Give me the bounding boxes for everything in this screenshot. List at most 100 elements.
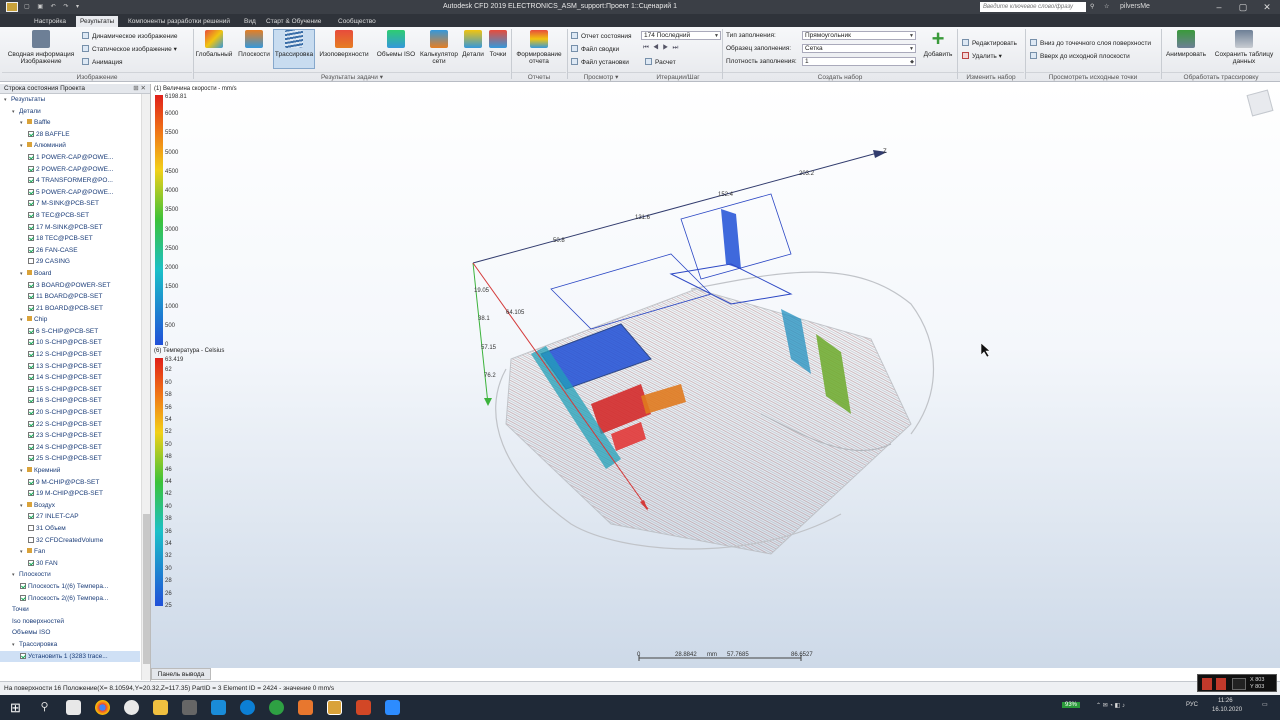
tree-scrollbar[interactable] xyxy=(141,94,150,680)
tree-item[interactable]: Установить 1 (3283 trace... xyxy=(0,650,140,663)
tab-design-components[interactable]: Компоненты разработки решений xyxy=(124,16,234,27)
tab-community[interactable]: Сообщество xyxy=(334,16,380,27)
scrollbar-thumb[interactable] xyxy=(143,514,150,664)
visibility-checkbox[interactable] xyxy=(28,362,34,369)
visibility-checkbox[interactable] xyxy=(28,490,34,497)
visibility-checkbox[interactable] xyxy=(28,420,34,427)
tree-item[interactable]: ▾ Плоскости xyxy=(0,569,140,581)
tree-item[interactable]: ▾ Baffle xyxy=(0,117,140,129)
visibility-checkbox[interactable] xyxy=(28,293,34,300)
visibility-checkbox[interactable] xyxy=(28,188,34,195)
tree-item[interactable]: 7 M-SINK@PCB-SET xyxy=(0,198,140,210)
tree-item[interactable]: 17 M-SINK@PCB-SET xyxy=(0,222,140,234)
tree-item[interactable]: 11 BOARD@PCB-SET xyxy=(0,291,140,303)
tree-item[interactable]: 13 S-CHIP@PCB-SET xyxy=(0,361,140,373)
report-button[interactable]: Формирование отчета xyxy=(512,30,566,65)
tree-item[interactable]: 24 S-CHIP@PCB-SET xyxy=(0,442,140,454)
planes-button[interactable]: Плоскости xyxy=(236,30,272,58)
fill-density-input[interactable]: 1 ◆ xyxy=(802,57,916,66)
visibility-checkbox[interactable] xyxy=(28,455,34,462)
summary-image-button[interactable]: Сводная информация Изображение xyxy=(4,30,78,65)
fill-pattern-select[interactable]: Сетка ▼ xyxy=(802,44,916,53)
parts-button[interactable]: Детали xyxy=(460,30,486,58)
zoom-icon[interactable] xyxy=(385,700,400,715)
tree-item[interactable]: 31 Объем xyxy=(0,523,140,535)
visibility-checkbox[interactable] xyxy=(28,443,34,450)
output-panel-tab[interactable]: Панель вывода xyxy=(151,668,211,680)
clock-time[interactable]: 11:26 xyxy=(1218,698,1233,704)
tab-start-learn[interactable]: Старт & Обучение xyxy=(262,16,325,27)
tree-item[interactable]: 28 BAFFLE xyxy=(0,129,140,141)
visibility-checkbox[interactable] xyxy=(28,304,34,311)
tree-item[interactable]: 6 S-CHIP@PCB-SET xyxy=(0,326,140,338)
animate-button[interactable]: Анимировать xyxy=(1163,30,1209,58)
edge-icon[interactable] xyxy=(240,700,255,715)
tree-item[interactable]: 9 M-CHIP@PCB-SET xyxy=(0,477,140,489)
tree-item[interactable]: Плоскость 2((6) Темпера... xyxy=(0,593,140,605)
grid-calculator-button[interactable]: Калькулятор сети xyxy=(418,30,460,65)
cfd-app-icon[interactable] xyxy=(327,700,342,715)
task-view-icon[interactable] xyxy=(66,700,81,715)
expand-icon[interactable]: ▾ xyxy=(20,269,27,280)
tree-item[interactable]: ▾ Детали xyxy=(0,106,140,118)
windows-start-icon[interactable]: ⊞ xyxy=(8,700,23,715)
visibility-checkbox[interactable] xyxy=(28,524,34,531)
edit-set-button[interactable]: Редактировать xyxy=(962,39,1017,47)
tree-item[interactable]: ▾ Алюминий xyxy=(0,140,140,152)
tree-item[interactable]: Iso поверхностей xyxy=(0,616,140,628)
chrome-icon[interactable] xyxy=(95,700,110,715)
pin-close-icon[interactable]: ⊞ ✕ xyxy=(133,84,146,94)
tree-item[interactable]: 25 S-CHIP@PCB-SET xyxy=(0,453,140,465)
tree-item[interactable]: ▾ Board xyxy=(0,268,140,280)
tree-item[interactable]: Плоскость 1((6) Темпера... xyxy=(0,581,140,593)
visibility-checkbox[interactable] xyxy=(28,559,34,566)
tree-item[interactable]: ▾ Результаты xyxy=(0,94,140,106)
tree-item[interactable]: 10 S-CHIP@PCB-SET xyxy=(0,337,140,349)
visibility-checkbox[interactable] xyxy=(28,385,34,392)
inventor-icon[interactable] xyxy=(298,700,313,715)
visibility-checkbox[interactable] xyxy=(28,397,34,404)
tree-item[interactable]: 23 S-CHIP@PCB-SET xyxy=(0,430,140,442)
setup-file-button[interactable]: Файл установки xyxy=(571,58,629,66)
powerpoint-icon[interactable] xyxy=(356,700,371,715)
tree-item[interactable]: 5 POWER-CAP@POWE... xyxy=(0,187,140,199)
tree-item[interactable]: 4 TRANSFORMER@PO... xyxy=(0,175,140,187)
seed-down-button[interactable]: Вниз до точечного слоя поверхности xyxy=(1030,39,1151,47)
binoculars-icon[interactable]: ⚲ xyxy=(1090,3,1094,10)
tree-item[interactable]: 3 BOARD@POWER-SET xyxy=(0,280,140,292)
user-name[interactable]: pilversMe xyxy=(1120,3,1150,10)
visibility-checkbox[interactable] xyxy=(28,513,34,520)
visibility-checkbox[interactable] xyxy=(28,351,34,358)
tree-item[interactable]: ▾ Fan xyxy=(0,546,140,558)
tree-item[interactable]: 12 S-CHIP@PCB-SET xyxy=(0,349,140,361)
star-icon[interactable]: ☆ xyxy=(1104,3,1109,10)
tree-item[interactable]: 21 BOARD@PCB-SET xyxy=(0,303,140,315)
dynamic-image-button[interactable]: Динамическое изображение xyxy=(82,32,177,40)
yandex-icon[interactable] xyxy=(124,700,139,715)
tree-item[interactable]: 32 CFDCreatedVolume xyxy=(0,535,140,547)
search-icon[interactable]: ⚲ xyxy=(37,700,52,715)
iteration-select[interactable]: 174 Последний ▼ xyxy=(641,31,721,40)
visibility-checkbox[interactable] xyxy=(28,258,34,265)
minimize-icon[interactable]: – xyxy=(1208,1,1230,13)
visibility-checkbox[interactable] xyxy=(28,130,34,137)
animation-button[interactable]: Анимация xyxy=(82,58,123,66)
tree-item[interactable]: 30 FAN xyxy=(0,558,140,570)
expand-icon[interactable]: ▾ xyxy=(20,547,27,558)
notifications-icon[interactable]: ▭ xyxy=(1262,701,1268,708)
expand-icon[interactable]: ▾ xyxy=(20,118,27,129)
file-explorer-icon[interactable] xyxy=(153,700,168,715)
visibility-checkbox[interactable] xyxy=(28,211,34,218)
tab-view[interactable]: Вид xyxy=(240,16,260,27)
summary-file-button[interactable]: Файл сводки xyxy=(571,45,619,53)
delete-set-button[interactable]: Удалить ▾ xyxy=(962,52,1002,60)
save-table-button[interactable]: Сохранить таблицу данных xyxy=(1213,30,1275,65)
visibility-checkbox[interactable] xyxy=(28,536,34,543)
clock-date[interactable]: 16.10.2020 xyxy=(1212,707,1242,713)
tree-item[interactable]: ▾ Chip xyxy=(0,314,140,326)
tree-item[interactable]: 1 POWER-CAP@POWE... xyxy=(0,152,140,164)
expand-icon[interactable]: ▾ xyxy=(20,466,27,477)
tree-item[interactable]: 16 S-CHIP@PCB-SET xyxy=(0,395,140,407)
tree-item[interactable]: 15 S-CHIP@PCB-SET xyxy=(0,384,140,396)
tab-results[interactable]: Результаты xyxy=(76,16,119,27)
